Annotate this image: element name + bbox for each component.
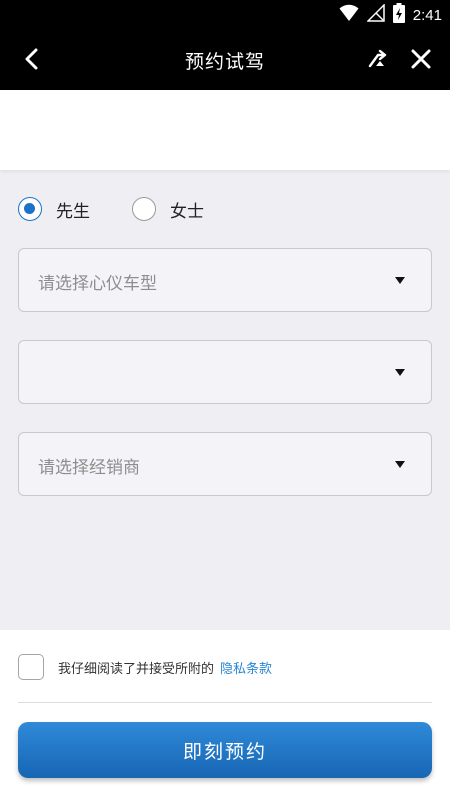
agreement-checkbox[interactable]	[18, 654, 44, 680]
wifi-icon	[339, 4, 359, 26]
dropdown-caret-icon	[395, 461, 405, 468]
book-now-button[interactable]: 即刻预约	[18, 722, 432, 778]
battery-icon	[392, 3, 405, 27]
radio-mr[interactable]: 先生	[18, 197, 90, 222]
swap-icon[interactable]	[364, 45, 392, 73]
banner-area	[0, 90, 450, 170]
radio-circle-unchecked[interactable]	[132, 197, 156, 221]
status-time: 2:41	[412, 6, 442, 24]
divider	[18, 702, 432, 703]
dropdown-caret-icon	[395, 369, 405, 376]
dealer-placeholder: 请选择经销商	[38, 458, 140, 478]
agreement-text: 我仔细阅读了并接受所附的	[58, 661, 215, 677]
footer-panel: 我仔细阅读了并接受所附的 隐私条款 即刻预约	[0, 630, 450, 800]
radio-ms[interactable]: 女士	[132, 197, 204, 222]
radio-label-mr: 先生	[56, 201, 90, 222]
close-icon[interactable]	[407, 45, 435, 73]
radio-circle-checked[interactable]	[18, 197, 42, 221]
city-select[interactable]	[18, 340, 432, 404]
gender-selector: 先生 女士	[18, 196, 204, 222]
car-model-placeholder: 请选择心仪车型	[38, 274, 157, 294]
signal-icon	[365, 3, 385, 26]
radio-label-ms: 女士	[170, 201, 204, 222]
privacy-policy-link[interactable]: 隐私条款	[220, 658, 272, 677]
car-model-select[interactable]: 请选择心仪车型	[18, 248, 432, 312]
dealer-select[interactable]: 请选择经销商	[18, 432, 432, 496]
status-bar: 2:41	[0, 0, 450, 28]
agreement-row: 我仔细阅读了并接受所附的 隐私条款	[18, 654, 272, 680]
dropdown-caret-icon	[395, 277, 405, 284]
app-bar: 预约试驾	[0, 28, 450, 90]
